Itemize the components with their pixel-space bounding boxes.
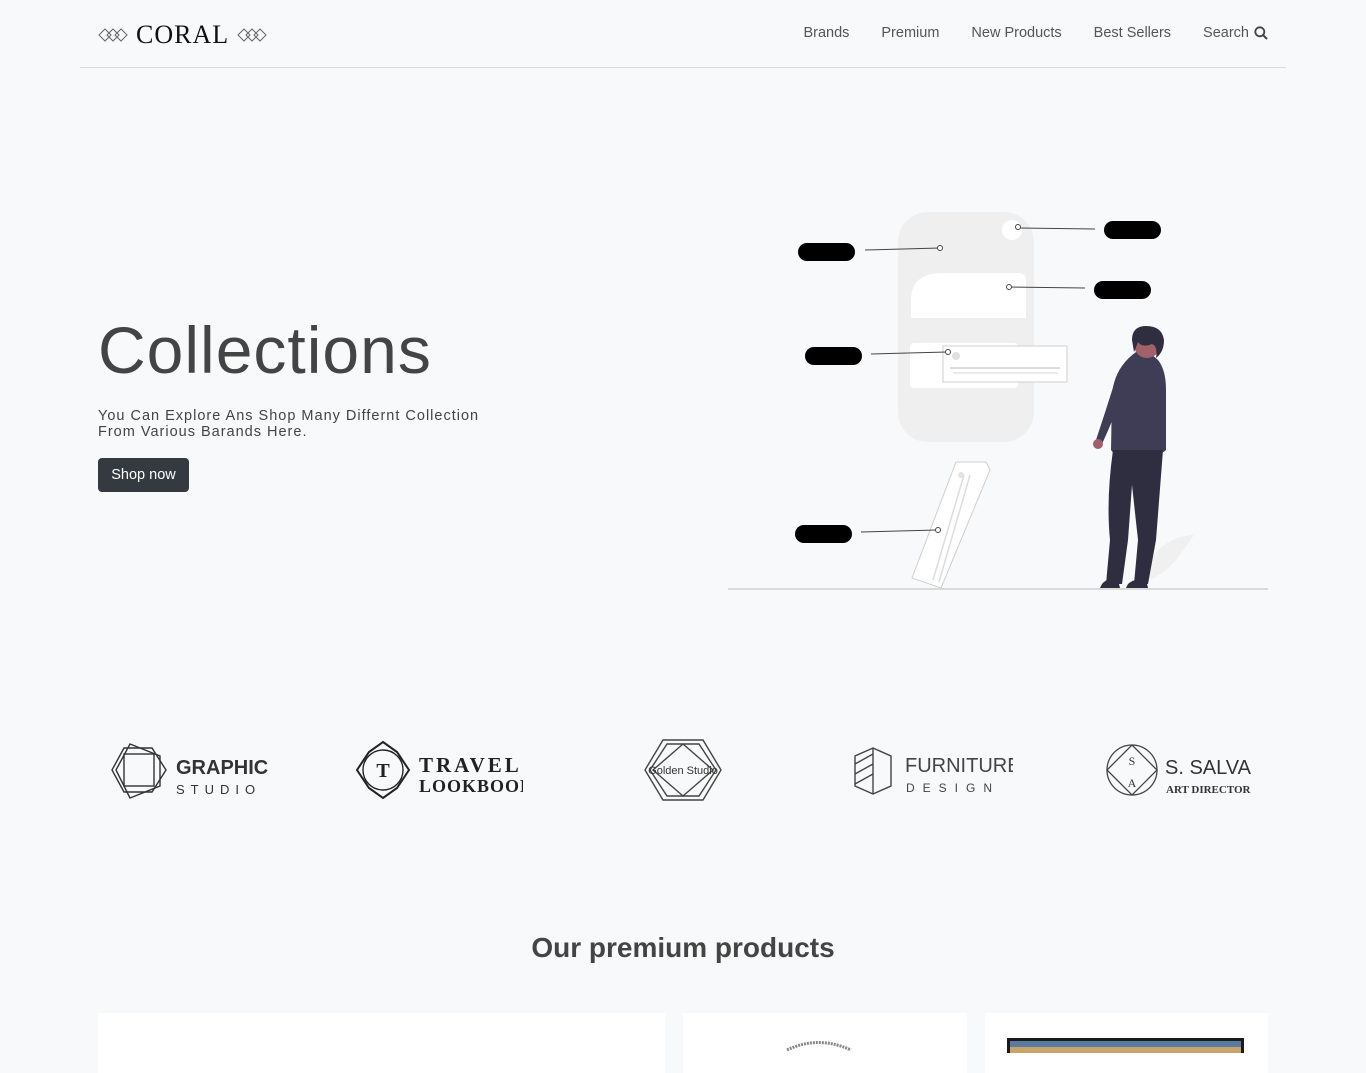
hero-subtitle: You Can Explore Ans Shop Many Differnt C… [98,408,480,440]
s-salva-line2: ART DIRECTOR [1166,784,1252,796]
nav-item-brands[interactable]: Brands [803,25,849,41]
product-card[interactable] [985,1013,1268,1073]
brand-logo-golden-studio[interactable]: Golden Studio [643,730,723,810]
s-salva-mark1: S [1129,754,1136,768]
brand-name: CORAL [136,20,230,49]
s-salva-line1: S. SALVA [1165,757,1252,779]
nav-item-new-products[interactable]: New Products [971,25,1061,41]
travel-lookbook-line2: LOOKBOOK [419,776,523,796]
graphic-studio-logo: GRAPHIC STUDIO [111,743,268,799]
brand-logo-s-salva[interactable]: S A S. SALVA ART DIRECTOR [1106,730,1256,810]
brand-logo-furniture-design[interactable]: FURNITURE DESIGN [853,730,1013,810]
nav-menu: Brands Premium New Products Best Sellers… [803,25,1268,41]
premium-section-title: Our premium products [531,932,835,963]
search-icon [1254,26,1268,40]
furniture-design-line2: DESIGN [906,781,1000,795]
product-card[interactable] [98,1013,665,1073]
shop-now-button[interactable]: Shop now [98,458,189,492]
graphic-studio-line1: GRAPHIC [176,757,268,779]
travel-lookbook-mark: T [376,760,390,782]
travel-lookbook-logo: T TRAVEL LOOKBOOK [355,740,523,800]
nav-item-premium[interactable]: Premium [881,25,939,41]
brand-logo-graphic-studio[interactable]: GRAPHIC STUDIO [110,730,270,810]
s-salva-logo: S A S. SALVA ART DIRECTOR [1106,744,1252,796]
furniture-design-line1: FURNITURE [905,755,1013,777]
brand-logo-travel-lookbook[interactable]: T TRAVEL LOOKBOOK [353,730,523,810]
product-image-jewelry [786,1041,852,1052]
golden-studio-text: Golden Studio [648,765,718,777]
diamond-ornament-icon [237,28,267,42]
product-card[interactable] [683,1013,967,1073]
travel-lookbook-line1: TRAVEL [419,753,522,777]
diamond-ornament-icon [98,28,128,42]
navbar: CORAL Brands Premium New Products Best S… [80,0,1286,68]
search-label: Search [1203,25,1249,41]
s-salva-mark2: A [1128,776,1137,790]
graphic-studio-line2: STUDIO [176,782,261,797]
nav-item-best-sellers[interactable]: Best Sellers [1094,25,1171,41]
product-image-tv [1007,1038,1244,1054]
hero-illustration [728,212,1268,590]
furniture-design-logo: FURNITURE DESIGN [854,747,1013,795]
hero-title: Collections [98,313,432,387]
brand-logo[interactable]: CORAL [98,20,267,50]
nav-search-link[interactable]: Search [1203,25,1268,41]
golden-studio-logo: Golden Studio [644,739,722,801]
brand-logos-row: GRAPHIC STUDIO T TRAVEL LOOKBOOK Golden … [98,730,1268,810]
